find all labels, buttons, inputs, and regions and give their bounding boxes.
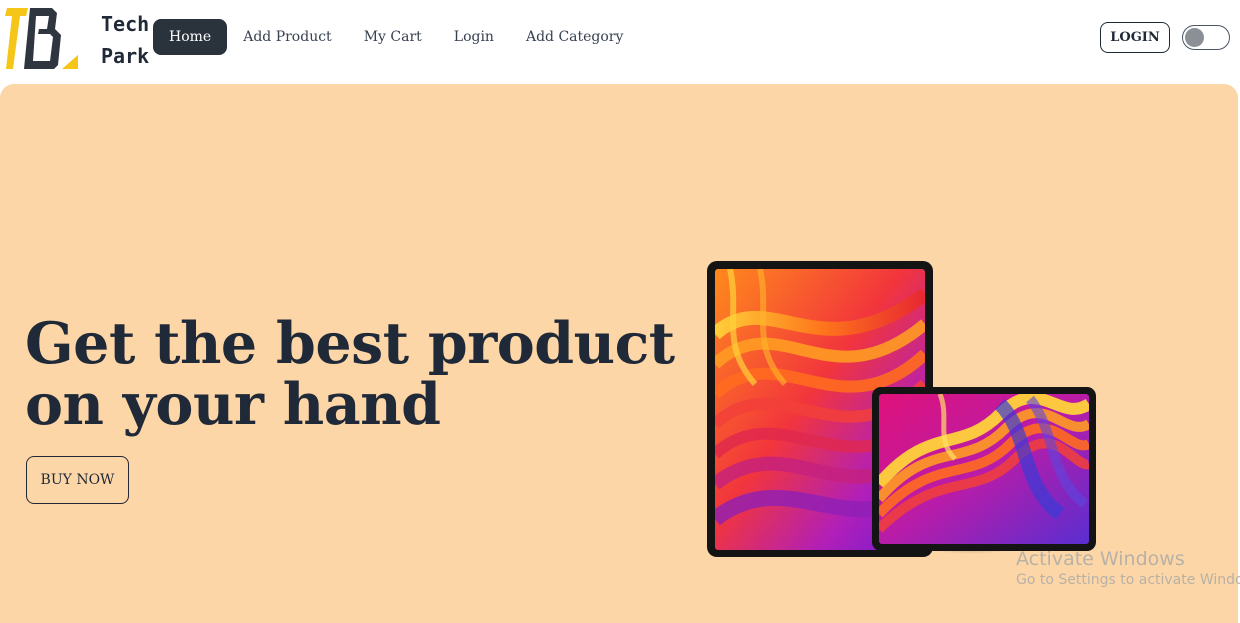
login-button[interactable]: LOGIN	[1100, 22, 1170, 53]
hero-title-line-1: Get the best product	[25, 310, 675, 377]
tech-park-logo[interactable]	[4, 5, 78, 72]
windows-activation-watermark: Activate Windows Go to Settings to activ…	[1016, 548, 1240, 590]
buy-now-button[interactable]: BUY NOW	[26, 456, 129, 504]
nav-add-category[interactable]: Add Category	[510, 19, 639, 55]
theme-toggle[interactable]	[1182, 25, 1230, 50]
nav-add-product[interactable]: Add Product	[227, 19, 347, 55]
nav-links: Home Add Product My Cart Login Add Categ…	[153, 19, 639, 55]
watermark-title: Activate Windows	[1016, 548, 1185, 570]
nav-login[interactable]: Login	[438, 19, 510, 55]
brand-line-1: Tech	[101, 12, 150, 36]
toggle-knob	[1185, 28, 1204, 47]
brand-name[interactable]: Tech Park	[101, 8, 149, 72]
hero-title-line-2: on your hand	[25, 371, 441, 438]
watermark-subtitle: Go to Settings to activate Windows.	[1016, 572, 1240, 588]
brand-line-2: Park	[101, 44, 150, 68]
nav-home[interactable]: Home	[153, 19, 228, 55]
tablets-illustration	[700, 254, 1110, 564]
navbar: Tech Park Home Add Product My Cart Login…	[0, 0, 1240, 84]
hero-title: Get the best product on your hand	[25, 310, 675, 438]
hero-section: Get the best product on your hand BUY NO…	[0, 84, 1238, 623]
nav-my-cart[interactable]: My Cart	[348, 19, 438, 55]
